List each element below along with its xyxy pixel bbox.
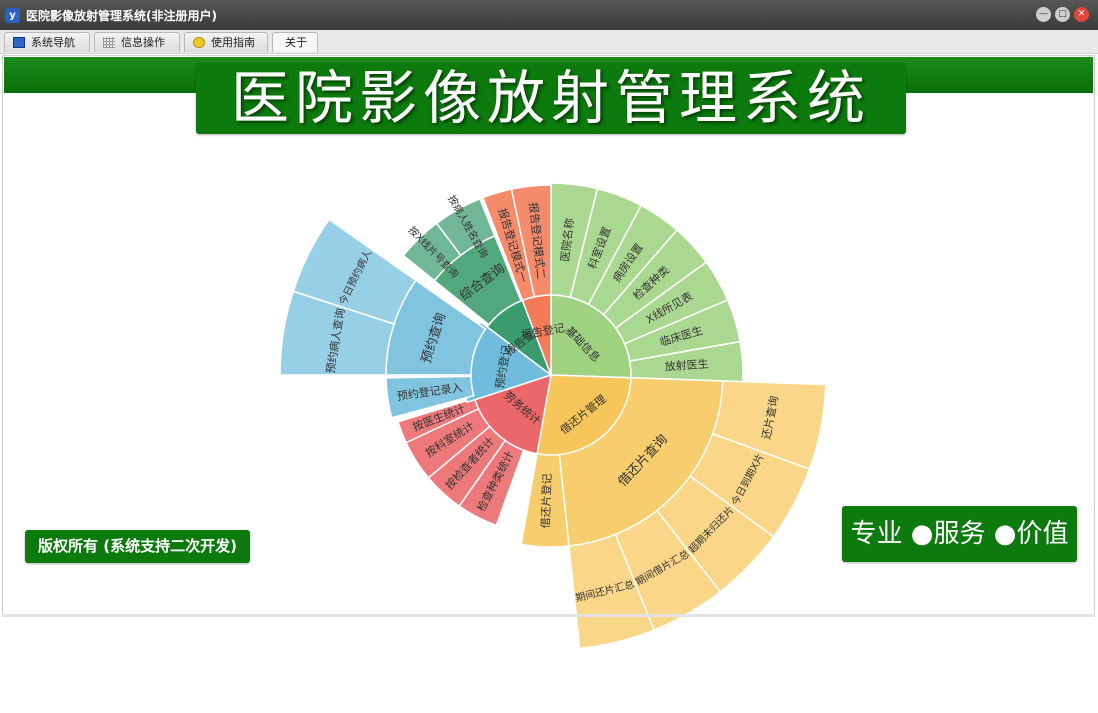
navigation-sunburst: 基础信息医院名称 科室设置病房设置检查种类X线所见表临床医生放射医生借还片管理借还…: [279, 182, 827, 650]
slogan-badge: 专业 ●服务 ●价值: [842, 506, 1077, 562]
copyright-badge: 版权所有 (系统支持二次开发): [25, 530, 250, 563]
content-bottom-border: [2, 614, 1095, 617]
sunburst-child-label: 借还片登记: [538, 473, 554, 528]
